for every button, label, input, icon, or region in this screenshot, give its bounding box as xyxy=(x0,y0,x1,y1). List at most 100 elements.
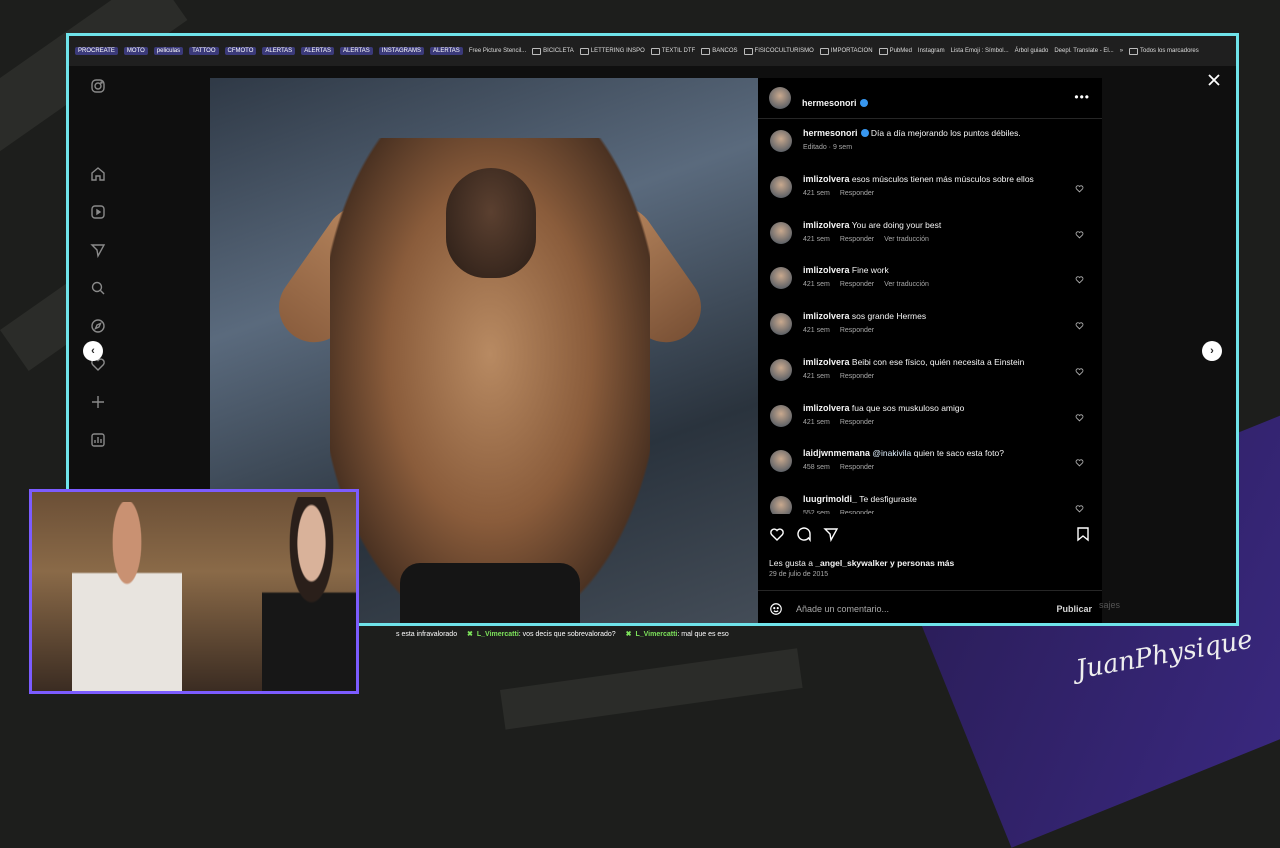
chat-message: : vos decis que sobrevalorado? xyxy=(518,631,616,638)
reply-link[interactable]: Responder xyxy=(840,190,874,197)
bookmark-item[interactable]: IMPORTACION xyxy=(819,47,873,55)
chat-user: L_Vimercatti xyxy=(635,631,678,638)
dashboard-icon[interactable] xyxy=(90,432,106,448)
reply-link[interactable]: Responder xyxy=(840,464,874,471)
like-heart-icon[interactable] xyxy=(769,526,785,542)
caption-username[interactable]: hermesonori xyxy=(803,128,858,138)
comment-like-heart-icon[interactable] xyxy=(1075,226,1084,239)
likes-user[interactable]: _angel_skywalker xyxy=(815,558,887,568)
bookmark-item[interactable]: ALERTAS xyxy=(339,47,373,55)
explore-icon[interactable] xyxy=(90,318,106,334)
reply-link[interactable]: Responder xyxy=(840,373,874,380)
bookmark-item[interactable]: Free Picture Stencil... xyxy=(469,48,526,54)
commenter-username[interactable]: imlizolvera xyxy=(803,357,850,367)
comment-like-heart-icon[interactable] xyxy=(1075,409,1084,422)
comment-input[interactable]: Añade un comentario... xyxy=(796,604,889,614)
commenter-avatar[interactable] xyxy=(770,267,792,290)
save-bookmark-icon[interactable] xyxy=(1075,526,1091,542)
bookmark-item[interactable]: peliculas xyxy=(153,47,184,55)
author-username[interactable]: hermesonori xyxy=(802,98,857,108)
bookmark-item[interactable]: ALERTAS xyxy=(301,47,334,55)
commenter-username[interactable]: luugrimoldi_ xyxy=(803,494,857,504)
bookmark-item[interactable]: ALERTAS xyxy=(430,47,463,55)
author-avatar[interactable] xyxy=(770,130,792,152)
comment-like-heart-icon[interactable] xyxy=(1075,271,1084,284)
previous-post-arrow-icon[interactable]: ‹ xyxy=(83,341,103,361)
likes-suffix[interactable]: y personas más xyxy=(888,558,954,568)
commenter-avatar[interactable] xyxy=(770,450,792,473)
comment-bubble-icon[interactable] xyxy=(796,526,812,543)
bookmark-label: PROCREATE xyxy=(75,47,118,55)
reels-icon[interactable] xyxy=(90,204,106,220)
comment-like-heart-icon[interactable] xyxy=(1075,454,1084,467)
messages-icon[interactable] xyxy=(90,242,106,258)
commenter-avatar[interactable] xyxy=(770,358,792,381)
comment-like-heart-icon[interactable] xyxy=(1075,180,1084,193)
translate-link[interactable]: Ver traducción xyxy=(884,281,929,288)
emoji-icon[interactable] xyxy=(769,602,783,616)
reply-link[interactable]: Responder xyxy=(840,419,874,426)
bookmark-item[interactable]: » xyxy=(1120,48,1123,54)
more-options-icon[interactable]: ••• xyxy=(1074,90,1090,104)
bookmark-label: ALERTAS xyxy=(262,47,296,55)
bookmark-label: CFMOTO xyxy=(224,47,257,55)
translate-link[interactable]: Ver traducción xyxy=(884,236,929,243)
photo-trunks xyxy=(400,563,580,623)
close-icon[interactable] xyxy=(1206,72,1222,88)
bookmark-item[interactable]: FISICOCULTURISMO xyxy=(743,47,814,55)
bookmark-item[interactable]: Deepl. Translate - El... xyxy=(1054,48,1113,54)
bookmark-item[interactable]: TEXTIL DTF xyxy=(650,47,695,55)
bookmark-item[interactable]: BANCOS xyxy=(701,47,738,55)
next-post-arrow-icon[interactable]: › xyxy=(1202,341,1222,361)
commenter-avatar[interactable] xyxy=(770,404,792,427)
bookmark-item[interactable]: LETTERING INSPO xyxy=(579,47,645,55)
comment-like-heart-icon[interactable] xyxy=(1075,317,1084,330)
reply-link[interactable]: Responder xyxy=(840,327,874,334)
post-detail-panel: hermesonori ••• hermesonori Día a día me… xyxy=(758,78,1102,623)
bookmark-item[interactable]: PROCREATE xyxy=(75,47,118,55)
bookmark-item[interactable]: TATTOO xyxy=(189,47,219,55)
commenter-username[interactable]: imlizolvera xyxy=(803,174,850,184)
commenter-avatar[interactable] xyxy=(770,495,792,514)
comment-like-heart-icon[interactable] xyxy=(1075,363,1084,376)
verified-badge-icon xyxy=(859,99,868,107)
reply-link[interactable]: Responder xyxy=(840,281,874,288)
chat-user: L_Vimercatti xyxy=(476,631,519,638)
bookmark-item[interactable]: Árbol guiado xyxy=(1015,48,1049,54)
commenter-username[interactable]: imlizolvera xyxy=(803,265,850,275)
search-icon[interactable] xyxy=(90,280,106,296)
publish-button[interactable]: Publicar xyxy=(1056,604,1092,614)
commenter-avatar[interactable] xyxy=(770,176,792,198)
bookmark-item[interactable]: CFMOTO xyxy=(224,47,257,55)
bookmark-item[interactable]: INSTAGRAMS xyxy=(378,47,425,55)
bookmark-item[interactable]: Todos los marcadores xyxy=(1129,47,1199,55)
commenter-avatar[interactable] xyxy=(770,221,792,244)
bookmark-item[interactable]: BICICLETA xyxy=(532,47,574,55)
bookmark-label: MOTO xyxy=(123,47,148,55)
bookmark-item[interactable]: Instagram xyxy=(918,48,945,54)
author-avatar[interactable] xyxy=(769,87,791,109)
home-icon[interactable] xyxy=(90,166,106,182)
reply-link[interactable]: Responder xyxy=(840,236,874,243)
commenter-avatar[interactable] xyxy=(770,313,792,336)
bookmark-label: ALERTAS xyxy=(430,47,463,55)
create-plus-icon[interactable] xyxy=(90,394,106,410)
bookmark-item[interactable]: ALERTAS xyxy=(262,47,296,55)
comment-like-heart-icon[interactable] xyxy=(1075,500,1084,513)
bookmark-label: Todos los marcadores xyxy=(1140,48,1199,54)
bookmark-item[interactable]: MOTO xyxy=(123,47,148,55)
commenter-username[interactable]: imlizolvera xyxy=(803,220,850,230)
background-stripe xyxy=(500,648,803,730)
comment-meta: 458 sem Responder xyxy=(803,464,884,471)
commenter-username[interactable]: imlizolvera xyxy=(803,311,850,321)
reply-link[interactable]: Responder xyxy=(840,510,874,514)
share-send-icon[interactable] xyxy=(823,526,839,543)
instagram-logo-icon[interactable] xyxy=(90,78,106,94)
commenter-username[interactable]: imlizolvera xyxy=(803,403,850,413)
comment-time: 421 sem xyxy=(803,281,830,289)
commenter-username[interactable]: laidjwnmemana xyxy=(803,448,870,458)
bookmark-label: ALERTAS xyxy=(301,47,334,55)
bookmark-item[interactable]: PubMed xyxy=(878,47,912,55)
bookmark-item[interactable]: Lista Emoji : Símbol... xyxy=(951,48,1009,54)
comment-mention[interactable]: @inakivila xyxy=(872,448,911,458)
